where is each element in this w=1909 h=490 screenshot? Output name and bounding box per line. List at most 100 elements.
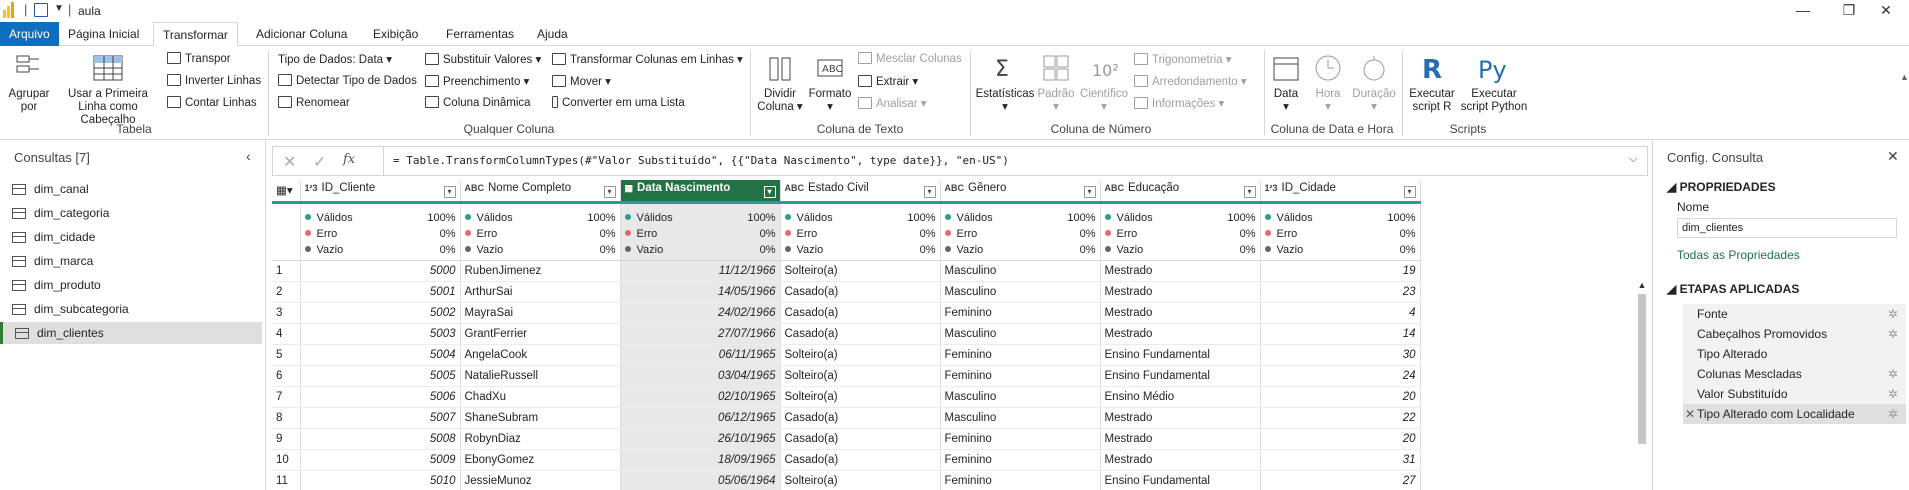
table-row[interactable]: 10 5009 EbonyGomez 18/09/1965 Casado(a) Femin… [272, 449, 1421, 471]
expand-formula-icon[interactable]: ⌵ [1629, 153, 1637, 166]
table-cell[interactable]: MayraSai [460, 302, 621, 324]
table-cell[interactable]: AngelaCook [460, 344, 621, 366]
table-cell[interactable]: Solteiro(a) [780, 386, 941, 408]
confirm-formula-icon[interactable]: ✓ [313, 152, 326, 172]
table-cell[interactable]: ChadXu [460, 386, 621, 408]
table-cell[interactable]: RobynDiaz [460, 428, 621, 450]
table-cell[interactable]: Casado(a) [780, 302, 941, 324]
properties-heading[interactable]: ◢ PROPRIEDADES [1667, 180, 1776, 194]
column-filter-dropdown-icon[interactable]: ▾ [603, 186, 616, 199]
table-row[interactable]: 8 5007 ShaneSubram 06/12/1965 Casado(a) Mascu… [272, 407, 1421, 429]
fx-icon[interactable]: fx [343, 152, 355, 167]
table-cell[interactable]: 05/06/1964 [620, 470, 781, 490]
applied-step[interactable]: Cabeçalhos Promovidos ✲ [1683, 324, 1906, 344]
applied-step[interactable]: Tipo Alterado [1683, 344, 1906, 364]
table-cell[interactable]: JessieMunoz [460, 470, 621, 490]
table-cell[interactable]: 24 [1260, 365, 1421, 387]
column-filter-dropdown-icon[interactable]: ▾ [763, 186, 776, 199]
transpose-button[interactable]: Transpor [167, 52, 231, 65]
convert-to-list-button[interactable]: Converter em uma Lista [552, 96, 685, 109]
statistics-button[interactable]: Σ Estatísticas ▾ [974, 52, 1036, 114]
rounding-button[interactable]: Arredondamento ▾ [1134, 74, 1247, 88]
table-row[interactable]: 4 5003 GrantFerrier 27/07/1966 Casado(a) Masc… [272, 323, 1421, 345]
table-cell[interactable]: Mestrado [1100, 260, 1261, 282]
query-item[interactable]: dim_produto [0, 274, 262, 296]
format-button[interactable]: ABC Formato ▾ [806, 52, 854, 114]
query-item[interactable]: dim_canal [0, 178, 262, 200]
scientific-button[interactable]: 10² Científico ▾ [1078, 52, 1130, 114]
column-filter-dropdown-icon[interactable]: ▾ [1243, 186, 1256, 199]
table-cell[interactable]: Mestrado [1100, 302, 1261, 324]
use-first-row-header-button[interactable]: Usar a Primeira Linha como Cabeçalho [56, 52, 160, 127]
applied-step[interactable]: Fonte ✲ [1683, 304, 1906, 324]
table-cell[interactable]: Feminino [940, 428, 1101, 450]
table-cell[interactable]: 27 [1260, 470, 1421, 490]
row-number[interactable]: 3 [272, 302, 301, 324]
row-number[interactable]: 1 [272, 260, 301, 282]
table-cell[interactable]: 26/10/1965 [620, 428, 781, 450]
run-python-script-button[interactable]: Py Executar script Python [1460, 52, 1528, 114]
table-cell[interactable]: 06/12/1965 [620, 407, 781, 429]
table-cell[interactable]: Feminino [940, 365, 1101, 387]
table-cell[interactable]: Solteiro(a) [780, 344, 941, 366]
information-button[interactable]: Informações ▾ [1134, 96, 1224, 110]
table-cell[interactable]: Mestrado [1100, 407, 1261, 429]
table-row[interactable]: 7 5006 ChadXu 02/10/1965 Solteiro(a) Masculin… [272, 386, 1421, 408]
table-cell[interactable]: 5006 [300, 386, 461, 408]
column-type-icon[interactable]: ABC [1105, 183, 1125, 193]
table-cell[interactable]: Mestrado [1100, 323, 1261, 345]
table-row[interactable]: 11 5010 JessieMunoz 05/06/1964 Solteiro(a) Fe… [272, 470, 1421, 490]
table-cell[interactable]: Mestrado [1100, 281, 1261, 303]
table-menu-icon[interactable]: ▦▾ [272, 180, 301, 204]
table-cell[interactable]: EbonyGomez [460, 449, 621, 471]
table-cell[interactable]: 5003 [300, 323, 461, 345]
duration-button[interactable]: Duração ▾ [1350, 52, 1398, 114]
formula-text[interactable]: = Table.TransformColumnTypes(#"Valor Sub… [393, 154, 1009, 167]
query-item[interactable]: dim_clientes [0, 322, 262, 344]
column-filter-dropdown-icon[interactable]: ▾ [443, 186, 456, 199]
table-cell[interactable]: 5004 [300, 344, 461, 366]
quick-access-dropdown-icon[interactable]: ▼ [54, 3, 64, 14]
row-number[interactable]: 9 [272, 428, 301, 450]
table-cell[interactable]: 5000 [300, 260, 461, 282]
table-cell[interactable]: 5009 [300, 449, 461, 471]
table-cell[interactable]: Ensino Fundamental [1100, 365, 1261, 387]
table-cell[interactable]: 5005 [300, 365, 461, 387]
table-cell[interactable]: Masculino [940, 386, 1101, 408]
table-row[interactable]: 5 5004 AngelaCook 06/11/1965 Solteiro(a) Femi… [272, 344, 1421, 366]
table-cell[interactable]: NatalieRussell [460, 365, 621, 387]
collapse-pane-icon[interactable]: ‹ [246, 148, 251, 164]
table-cell[interactable]: 02/10/1965 [620, 386, 781, 408]
tab-ajuda[interactable]: Ajuda [528, 22, 577, 46]
table-cell[interactable]: 30 [1260, 344, 1421, 366]
table-row[interactable]: 6 5005 NatalieRussell 03/04/1965 Solteiro(a)… [272, 365, 1421, 387]
table-cell[interactable]: GrantFerrier [460, 323, 621, 345]
column-header[interactable]: ▦ Data Nascimento ▾ [620, 180, 781, 204]
row-number[interactable]: 4 [272, 323, 301, 345]
table-cell[interactable]: Masculino [940, 260, 1101, 282]
table-cell[interactable]: Casado(a) [780, 281, 941, 303]
tab-pagina-inicial[interactable]: Página Inicial [59, 22, 148, 46]
table-cell[interactable]: ArthurSai [460, 281, 621, 303]
column-type-icon[interactable]: 1²3 [1265, 183, 1278, 193]
column-filter-dropdown-icon[interactable]: ▾ [1403, 186, 1416, 199]
table-row[interactable]: 2 5001 ArthurSai 14/05/1966 Casado(a) Masculi… [272, 281, 1421, 303]
table-cell[interactable]: 4 [1260, 302, 1421, 324]
gear-icon[interactable]: ✲ [1888, 364, 1898, 384]
table-cell[interactable]: 5001 [300, 281, 461, 303]
tab-exibicao[interactable]: Exibição [364, 22, 427, 46]
applied-steps-heading[interactable]: ◢ ETAPAS APLICADAS [1667, 282, 1799, 296]
table-cell[interactable]: 5008 [300, 428, 461, 450]
query-item[interactable]: dim_categoria [0, 202, 262, 224]
query-item[interactable]: dim_cidade [0, 226, 262, 248]
fill-button[interactable]: Preenchimento ▾ [425, 74, 529, 88]
table-cell[interactable]: 18/09/1965 [620, 449, 781, 471]
table-cell[interactable]: Casado(a) [780, 323, 941, 345]
delete-step-icon[interactable]: ✕ [1685, 404, 1695, 424]
table-cell[interactable]: Masculino [940, 407, 1101, 429]
row-number[interactable]: 7 [272, 386, 301, 408]
close-settings-icon[interactable]: ✕ [1887, 148, 1899, 165]
cancel-formula-icon[interactable]: ✕ [283, 152, 296, 172]
tab-arquivo[interactable]: Arquivo [0, 22, 59, 46]
table-cell[interactable]: 11/12/1966 [620, 260, 781, 282]
